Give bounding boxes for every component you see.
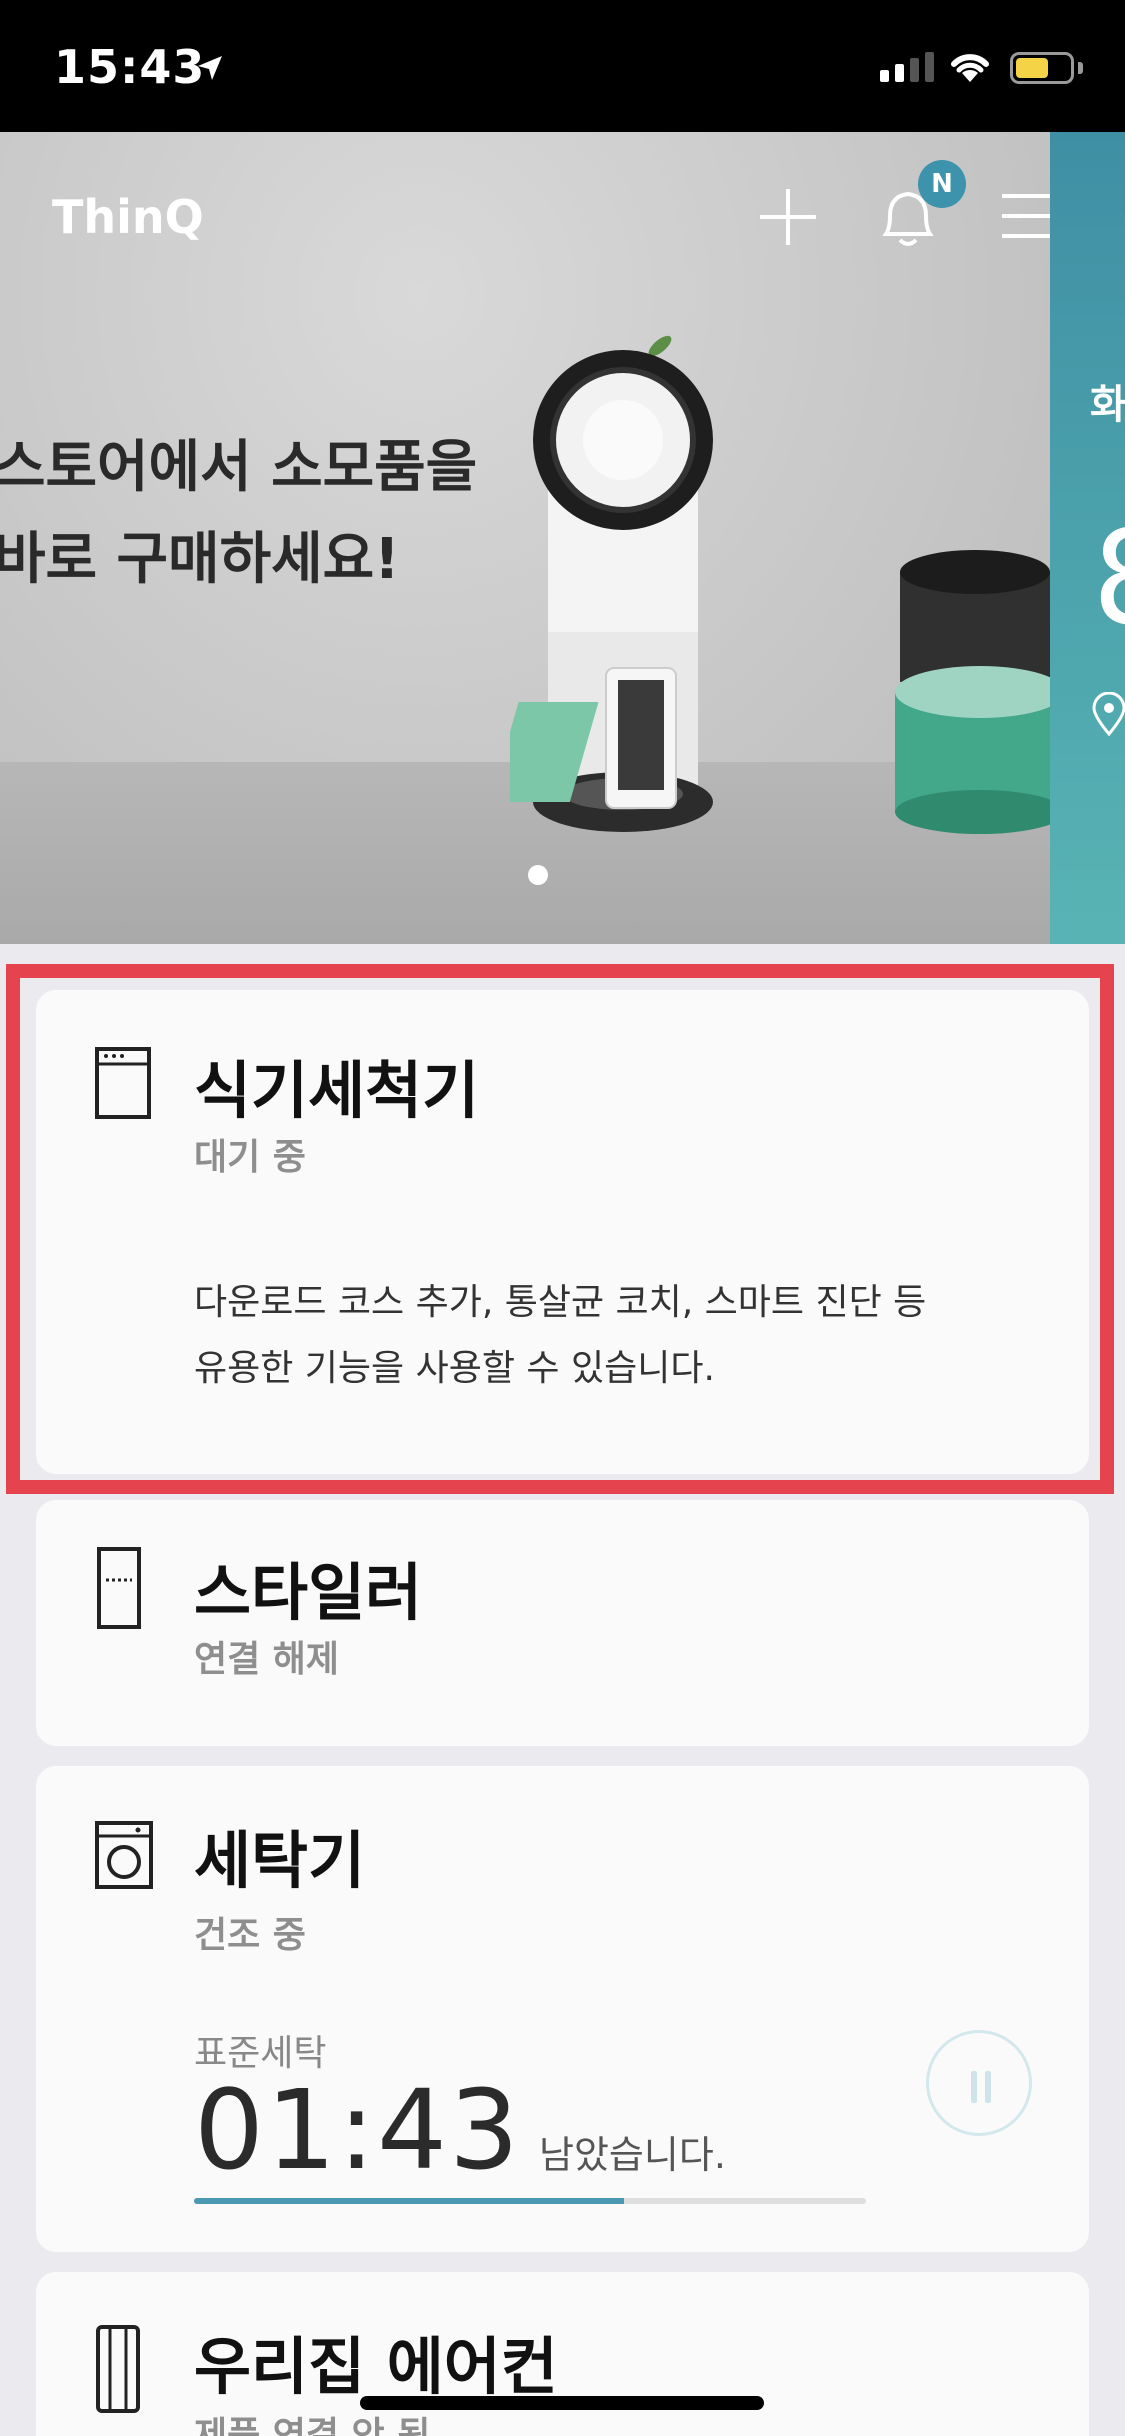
remaining-time-row: 01:43 남았습니다.: [194, 2066, 726, 2194]
mini-purifier-illustration: [510, 667, 677, 809]
device-status: 건조 중: [194, 1915, 306, 1956]
styler-icon: [97, 1547, 141, 1629]
add-icon[interactable]: [758, 187, 818, 247]
battery-tip: [1078, 62, 1083, 74]
weather-label: 화: [1090, 382, 1125, 428]
location-pin-icon: [1092, 692, 1125, 736]
weather-banner-peek[interactable]: 화 8: [1050, 132, 1125, 944]
thinq-home-screen: 15:43 ThinQ N 스토어에서 소모품을 바로 구매하세요! 화 식기세…: [0, 0, 1125, 2436]
device-title: 세탁기: [194, 1824, 366, 1897]
cellular-signal-icon: [880, 52, 934, 82]
notification-badge: N: [918, 160, 966, 208]
menu-icon[interactable]: [1000, 192, 1050, 240]
device-status: 제품 연결 안 됨: [194, 2415, 431, 2436]
wash-progress-bar: [194, 2198, 866, 2204]
carousel-indicator[interactable]: [528, 865, 548, 885]
home-indicator[interactable]: [360, 2396, 764, 2410]
app-title: ThinQ: [52, 190, 204, 244]
promo-line-1: 스토어에서 소모품을: [0, 435, 478, 500]
device-status: 연결 해제: [194, 1639, 340, 1680]
highlight-frame: [6, 964, 1114, 1494]
wifi-icon: [951, 54, 989, 82]
remaining-time: 01:43: [194, 2066, 522, 2194]
promo-text: 스토어에서 소모품을 바로 구매하세요!: [0, 422, 477, 606]
pause-icon-bar: [985, 2071, 991, 2103]
washer-icon: [95, 1821, 153, 1889]
device-title: 우리집 에어컨: [194, 2330, 558, 2403]
device-title: 스타일러: [194, 1556, 423, 1629]
promo-banner[interactable]: ThinQ N 스토어에서 소모품을 바로 구매하세요!: [0, 132, 1050, 944]
device-card-styler[interactable]: 스타일러 연결 해제: [36, 1500, 1089, 1746]
device-card-washer[interactable]: 세탁기 건조 중 표준세탁 01:43 남았습니다.: [36, 1766, 1089, 2252]
remaining-label: 남았습니다.: [539, 2133, 726, 2177]
weather-value: 8: [1092, 502, 1125, 654]
battery-icon: [1010, 52, 1074, 84]
air-conditioner-icon: [96, 2325, 140, 2413]
status-time: 15:43: [54, 40, 206, 94]
device-card-air-conditioner[interactable]: 우리집 에어컨 제품 연결 안 됨: [36, 2272, 1089, 2436]
promo-line-2: 바로 구매하세요!: [0, 527, 400, 592]
status-bar: 15:43: [0, 0, 1125, 132]
location-arrow-icon: [198, 56, 222, 80]
pause-button[interactable]: [926, 2030, 1032, 2136]
pause-icon: [971, 2071, 977, 2103]
